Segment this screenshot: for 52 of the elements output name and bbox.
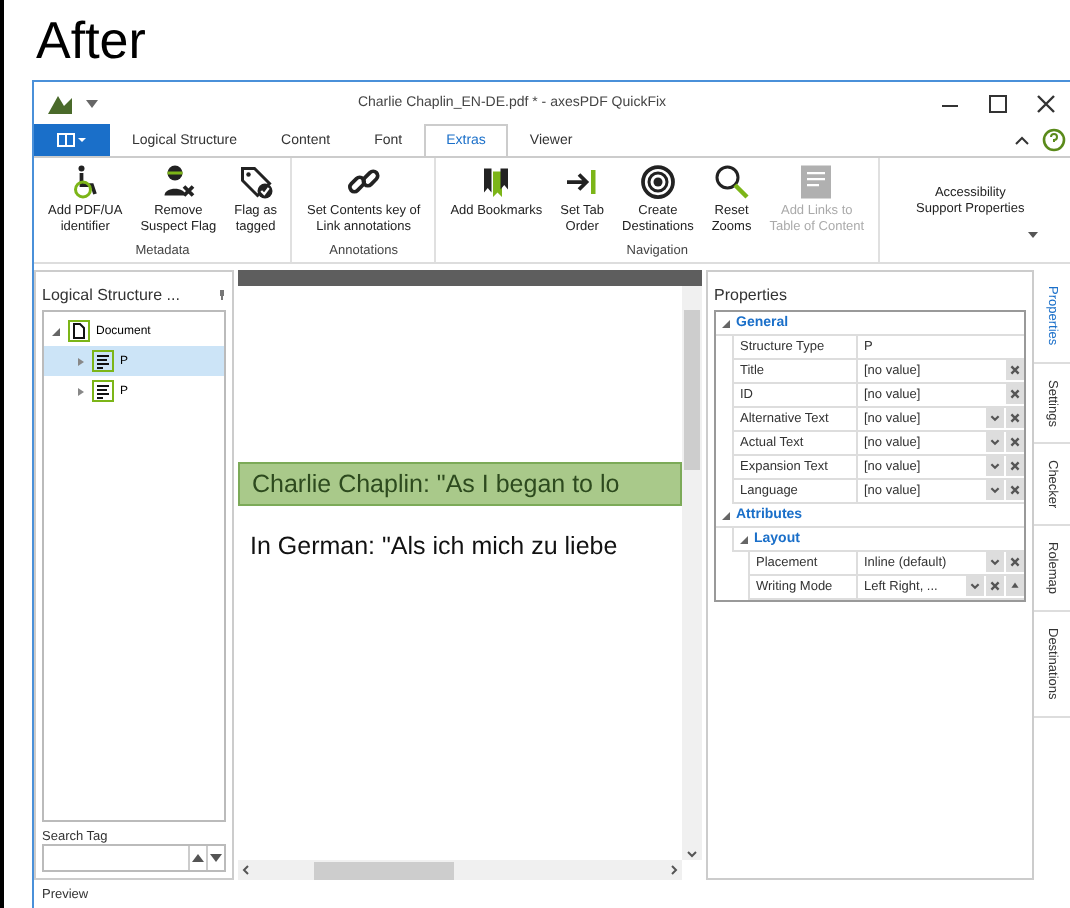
expand-icon[interactable]	[76, 387, 84, 395]
pin-icon[interactable]	[218, 289, 226, 299]
clear-button[interactable]	[984, 576, 1004, 596]
up-arrow-icon[interactable]	[192, 854, 204, 862]
tag-icon	[237, 164, 274, 200]
collapse-icon[interactable]	[740, 535, 748, 543]
masked-figure-icon	[160, 164, 197, 200]
vertical-scrollbar[interactable]	[682, 286, 702, 860]
target-icon	[639, 164, 676, 200]
scrollbar-thumb[interactable]	[684, 310, 700, 470]
clear-button[interactable]	[1004, 432, 1024, 452]
clear-button[interactable]	[1004, 360, 1024, 380]
clear-button[interactable]	[1004, 552, 1024, 572]
scroll-left-icon[interactable]	[238, 864, 254, 876]
dropdown-button[interactable]	[964, 576, 984, 596]
clear-button[interactable]	[1004, 384, 1024, 404]
clear-button[interactable]	[1004, 408, 1024, 428]
caret-icon	[1028, 232, 1039, 238]
list-document-icon	[798, 164, 835, 200]
panel-title: Logical Structure ...	[42, 285, 180, 303]
clear-button[interactable]	[1004, 456, 1024, 476]
horizontal-scrollbar[interactable]	[238, 860, 682, 880]
dropdown-button[interactable]	[984, 480, 1004, 500]
search-field[interactable]	[42, 844, 226, 872]
scroll-down-icon[interactable]	[686, 848, 698, 860]
panel-title: Properties	[714, 285, 787, 303]
document-paragraph: Charlie Chaplin: "As I began to lo	[238, 462, 682, 506]
dropdown-button[interactable]	[984, 408, 1004, 428]
clear-button[interactable]	[1004, 480, 1024, 500]
help-icon[interactable]	[1038, 124, 1070, 156]
collapse-icon[interactable]	[52, 327, 60, 335]
dropdown-button[interactable]	[984, 552, 1004, 572]
collapse-icon[interactable]	[722, 511, 730, 519]
paragraph-icon	[92, 350, 114, 372]
heading: After	[34, 8, 148, 74]
file-menu-button[interactable]	[34, 124, 110, 156]
scrollbar-thumb[interactable]	[314, 861, 454, 879]
dropdown-button[interactable]	[984, 432, 1004, 452]
expand-icon[interactable]	[76, 357, 84, 365]
layout-menu-icon	[56, 132, 88, 148]
magnifier-icon	[713, 164, 750, 200]
arrow-to-bar-icon	[564, 164, 601, 200]
app-icon	[46, 91, 74, 115]
quick-access-dropdown-icon[interactable]	[86, 99, 98, 107]
document-paragraph: In German: "Als ich mich zu liebe	[248, 530, 620, 564]
page-icon	[68, 320, 90, 342]
scroll-right-icon[interactable]	[666, 864, 682, 876]
collapse-icon[interactable]	[722, 319, 730, 327]
down-arrow-icon[interactable]	[210, 854, 222, 862]
dropdown-button[interactable]	[984, 456, 1004, 476]
paragraph-icon	[92, 380, 114, 402]
scroll-up-button[interactable]	[1004, 576, 1024, 596]
